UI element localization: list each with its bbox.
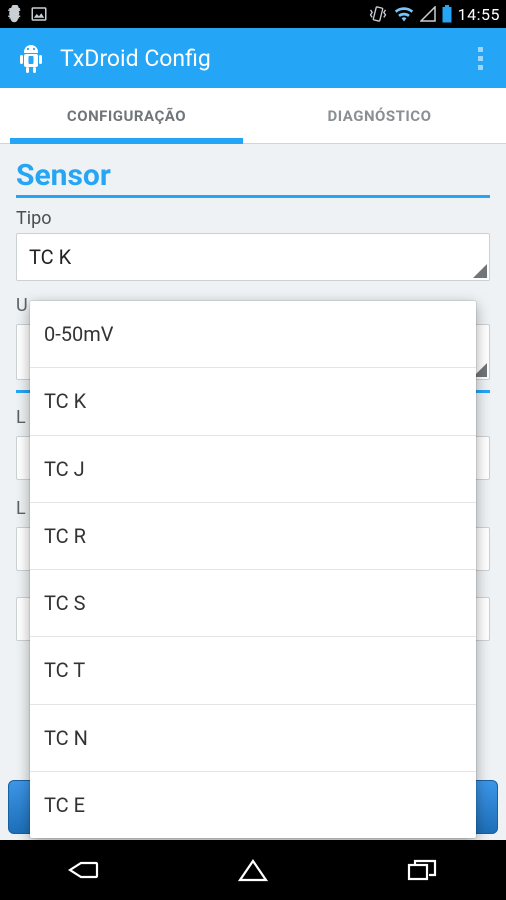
dropdown-option[interactable]: TC J <box>30 436 476 503</box>
app-title: TxDroid Config <box>60 45 464 72</box>
dropdown-option[interactable]: 0-50mV <box>30 301 476 368</box>
status-bar: 14:55 <box>0 0 506 28</box>
tab-label: DIAGNÓSTICO <box>328 107 432 125</box>
wifi-icon <box>394 6 414 22</box>
vibrate-icon <box>368 5 388 23</box>
dropdown-option[interactable]: TC N <box>30 705 476 772</box>
dropdown-option[interactable]: TC S <box>30 570 476 637</box>
tab-bar: CONFIGURAÇÃO DIAGNÓSTICO <box>0 88 506 144</box>
dropdown-option-label: TC T <box>44 658 85 682</box>
dropdown-option-label: TC R <box>44 524 86 548</box>
status-time: 14:55 <box>458 5 500 24</box>
tipo-dropdown: 0-50mV TC K TC J TC R TC S TC T TC N TC … <box>30 301 476 838</box>
dropdown-option-label: TC E <box>44 793 85 817</box>
dropdown-option[interactable]: TC K <box>30 368 476 435</box>
debug-icon <box>6 5 24 23</box>
overflow-menu-button[interactable] <box>464 36 496 80</box>
tipo-value: TC K <box>29 245 71 269</box>
tab-configuracao[interactable]: CONFIGURAÇÃO <box>0 88 253 143</box>
tab-diagnostico[interactable]: DIAGNÓSTICO <box>253 88 506 143</box>
tab-label: CONFIGURAÇÃO <box>67 107 186 125</box>
spinner-corner-icon <box>473 264 487 278</box>
dropdown-option[interactable]: TC E <box>30 772 476 838</box>
dropdown-option-label: 0-50mV <box>44 322 114 346</box>
tipo-spinner[interactable]: TC K <box>16 233 490 281</box>
field-label-tipo: Tipo <box>16 208 490 229</box>
dropdown-option-label: TC J <box>44 457 85 481</box>
battery-icon <box>442 5 452 23</box>
nav-back-button[interactable] <box>44 850 124 890</box>
image-icon <box>30 5 48 23</box>
cell-icon <box>420 6 436 22</box>
section-title: Sensor <box>16 158 490 198</box>
dropdown-option[interactable]: TC R <box>30 503 476 570</box>
nav-home-button[interactable] <box>213 850 293 890</box>
dropdown-option[interactable]: TC T <box>30 637 476 704</box>
action-bar: TxDroid Config <box>0 28 506 88</box>
nav-bar <box>0 840 506 900</box>
dropdown-option-label: TC K <box>44 389 86 413</box>
nav-recents-button[interactable] <box>382 850 462 890</box>
app-icon <box>14 41 48 75</box>
dropdown-option-label: TC S <box>44 591 86 615</box>
dropdown-option-label: TC N <box>44 726 88 750</box>
